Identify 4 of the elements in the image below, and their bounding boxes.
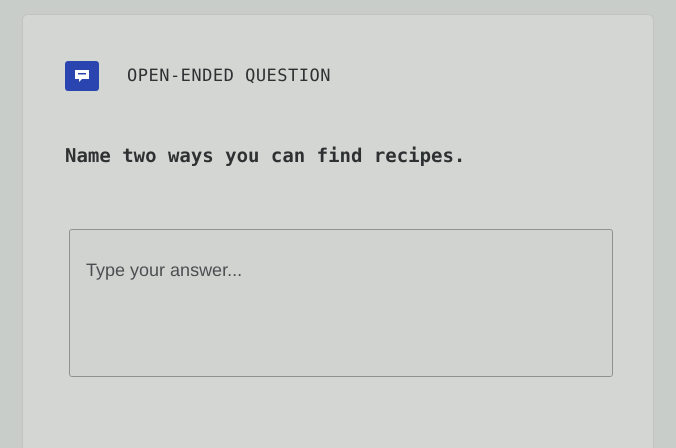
chat-icon [65,61,99,91]
question-text: Name two ways you can find recipes. [65,145,466,167]
question-type-label: OPEN-ENDED QUESTION [127,66,331,86]
answer-field[interactable]: Type your answer... [69,229,613,377]
